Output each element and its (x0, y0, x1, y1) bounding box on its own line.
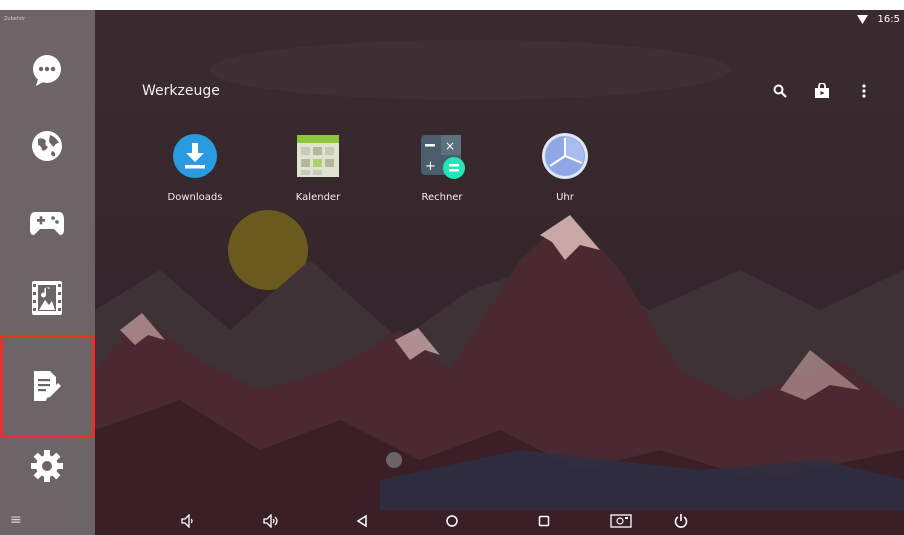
gamepad-icon (30, 212, 64, 235)
selected-item-highlight (0, 335, 95, 438)
gear-icon (31, 450, 63, 482)
app-label: Kalender (295, 192, 341, 203)
sidebar-item-browser[interactable] (17, 118, 77, 174)
media-icon (32, 281, 62, 315)
recents-icon[interactable] (532, 512, 556, 530)
store-bag-icon[interactable] (812, 80, 832, 102)
app-label: Rechner (421, 192, 463, 203)
app-rechner[interactable]: × + Rechner (396, 132, 488, 203)
status-time: 16:5 (877, 13, 900, 25)
app-uhr[interactable]: Uhr (519, 132, 611, 203)
clock-icon (542, 133, 588, 179)
more-vert-icon[interactable] (854, 80, 874, 102)
folder-actions (770, 80, 874, 102)
sidebar-item-games[interactable] (17, 194, 77, 250)
sidebar-item-settings[interactable] (17, 438, 77, 494)
back-icon[interactable] (350, 512, 374, 530)
svg-text:+: + (425, 159, 436, 174)
volume-down-icon[interactable] (175, 512, 199, 530)
sidebar-top-label: Zubehör (4, 16, 26, 22)
android-screen: Zubehör ≡ 16:5 Werkzeuge Downloads Kalen… (0, 10, 904, 535)
download-icon (173, 134, 217, 178)
app-downloads[interactable]: Downloads (149, 132, 241, 203)
sidebar-item-messages[interactable] (17, 42, 77, 98)
power-icon[interactable] (669, 512, 693, 530)
globe-icon (32, 131, 62, 161)
sidebar: Zubehör ≡ (0, 10, 95, 535)
home-icon[interactable] (440, 512, 464, 530)
app-label: Downloads (167, 192, 223, 203)
wifi-icon (856, 14, 868, 24)
calendar-icon (297, 135, 339, 177)
double-chevron-down-icon[interactable]: ≡ (10, 512, 22, 528)
app-label: Uhr (556, 192, 574, 203)
status-bar: 16:5 (856, 10, 904, 28)
navigation-bar (95, 507, 904, 535)
screenshot-icon[interactable] (609, 512, 633, 530)
calculator-icon: × + (421, 135, 465, 179)
svg-text:×: × (445, 139, 455, 153)
folder-title: Werkzeuge (142, 83, 220, 99)
chat-bubble-icon (33, 55, 61, 86)
sidebar-item-media[interactable] (17, 270, 77, 326)
search-icon[interactable] (770, 80, 790, 102)
wallpaper (0, 10, 904, 535)
volume-up-icon[interactable] (259, 512, 283, 530)
app-kalender[interactable]: Kalender (272, 132, 364, 203)
